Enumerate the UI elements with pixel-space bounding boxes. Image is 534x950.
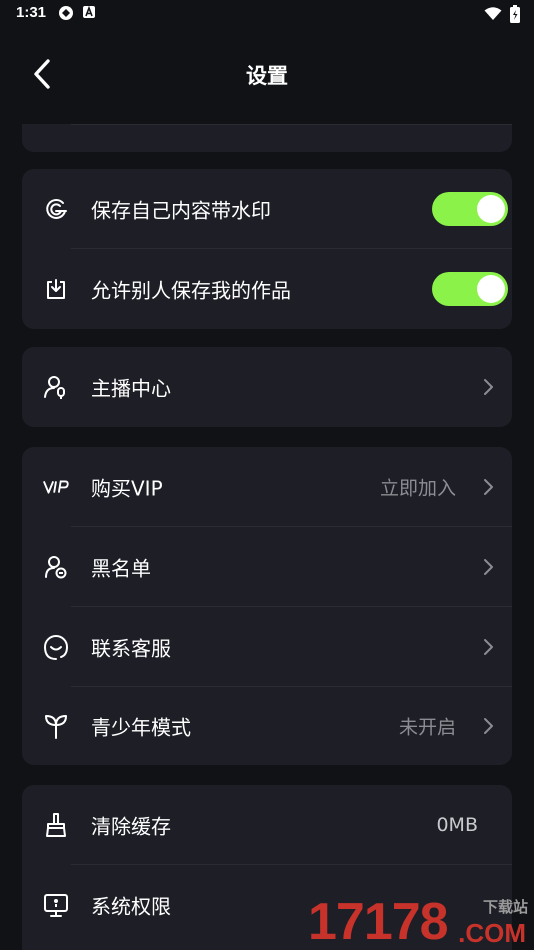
setting-value: 立即加入: [379, 477, 456, 500]
setting-label: 青少年模式: [91, 715, 191, 740]
setting-row-allow-save[interactable]: 允许别人保存我的作品: [22, 249, 512, 329]
app-logo-icon: [59, 6, 73, 20]
allow-save-toggle[interactable]: [432, 272, 508, 306]
screen-icon: [42, 891, 70, 919]
sprout-icon: [42, 712, 70, 740]
status-bar: 1:31: [0, 0, 534, 28]
a-badge-icon: [83, 5, 95, 18]
watermark-icon: [42, 195, 70, 223]
setting-label: 清除缓存: [91, 814, 171, 839]
setting-row-watermark[interactable]: 保存自己内容带水印: [22, 169, 512, 249]
host-card: 主播中心: [22, 347, 512, 427]
chevron-right-icon: [484, 379, 493, 395]
site-watermark: 17178 下载站 .COM: [308, 894, 530, 950]
toggle-knob: [477, 195, 505, 223]
setting-row-support[interactable]: 联系客服: [22, 607, 512, 687]
status-time: 1:31: [16, 4, 47, 21]
wifi-icon: [484, 7, 502, 20]
chevron-right-icon: [484, 559, 493, 575]
setting-row-host-center[interactable]: 主播中心: [22, 347, 512, 427]
watermark-text: 下载站: [482, 898, 528, 916]
watermark-toggle[interactable]: [432, 192, 508, 226]
setting-label: 黑名单: [91, 556, 151, 581]
broom-icon: [42, 811, 70, 839]
blacklist-icon: [42, 553, 70, 581]
scrolled-card: [22, 124, 512, 152]
setting-label: 保存自己内容带水印: [91, 198, 271, 223]
support-icon: [42, 633, 70, 661]
setting-label: 主播中心: [91, 376, 171, 401]
setting-row-vip[interactable]: 购买VIP 立即加入: [22, 447, 512, 527]
setting-value: 未开启: [398, 716, 456, 739]
setting-row-blacklist[interactable]: 黑名单: [22, 527, 512, 607]
setting-label: 购买VIP: [91, 476, 163, 501]
toggle-knob: [477, 275, 505, 303]
setting-label: 联系客服: [91, 636, 171, 661]
setting-label: 允许别人保存我的作品: [91, 278, 291, 303]
setting-row-clear-cache[interactable]: 清除缓存 0MB: [22, 785, 512, 865]
setting-label: 系统权限: [91, 894, 171, 919]
host-icon: [42, 373, 70, 401]
header: 设置: [0, 40, 534, 106]
watermark-domain: .COM: [458, 918, 526, 948]
battery-icon: [510, 5, 520, 23]
account-card: 购买VIP 立即加入 黑名单 联系客服 青少年模式 未开启: [22, 447, 512, 765]
page-title: 设置: [246, 64, 288, 88]
setting-row-teen-mode[interactable]: 青少年模式 未开启: [22, 687, 512, 765]
watermark-number: 17178: [308, 893, 449, 950]
chevron-right-icon: [484, 718, 493, 734]
save-settings-card: 保存自己内容带水印 允许别人保存我的作品: [22, 169, 512, 329]
chevron-right-icon: [484, 479, 493, 495]
vip-icon: [42, 473, 70, 501]
chevron-right-icon: [484, 639, 493, 655]
cache-size-value: 0MB: [436, 814, 478, 836]
download-icon: [42, 275, 70, 303]
